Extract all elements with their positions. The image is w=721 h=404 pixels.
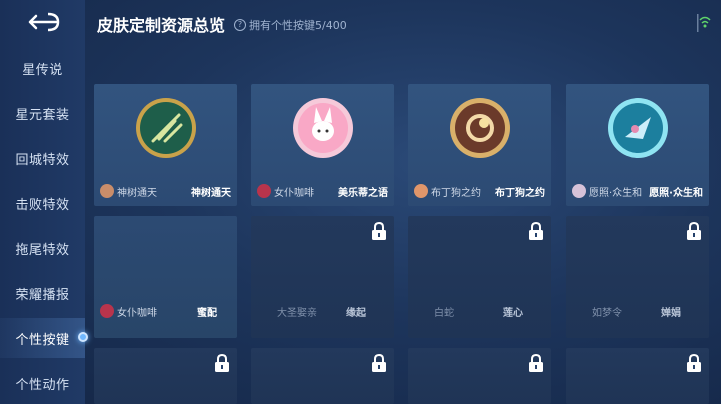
card-owner: 大圣娶亲 [277, 304, 346, 319]
back-arrow-icon[interactable] [22, 10, 62, 34]
card-owner: 白蛇 [434, 304, 503, 319]
card-owner: 愿照·众生和 [572, 184, 649, 199]
wish-emblem-icon [608, 98, 668, 158]
card-footer: 布丁狗之约 布丁狗之约 [408, 176, 551, 206]
skin-name: 婵娟 [661, 307, 681, 319]
question-icon[interactable]: ? [234, 19, 246, 31]
skin-name: 缘起 [346, 307, 366, 319]
card-footer: 如梦令 婵娟 [566, 296, 709, 326]
sidebar-item-custom-buttons[interactable]: 个性按键 [0, 318, 88, 358]
button-skin-card[interactable]: 愿照·众生和 愿照·众生和 [566, 84, 709, 206]
skin-name: 愿照·众生和 [649, 187, 703, 199]
skin-name: 布丁狗之约 [495, 187, 545, 199]
page-title: 皮肤定制资源总览 [97, 16, 226, 35]
sidebar-item-label: 回城特效 [15, 152, 70, 168]
locked-skin-card[interactable]: 白蛇 莲心 [408, 216, 551, 338]
avatar [100, 184, 114, 198]
sidebar-item-kill-effect[interactable]: 击败特效 [0, 183, 85, 223]
lock-icon [687, 354, 701, 372]
locked-skin-card[interactable] [94, 348, 237, 404]
sidebar-item-custom-actions[interactable]: 个性动作 [0, 363, 85, 403]
owner-name: 愿照·众生和 [589, 187, 643, 199]
card-owner: 女仆咖啡 [257, 184, 338, 199]
lock-icon [529, 222, 543, 240]
tree-emblem-icon [136, 98, 196, 158]
card-owner: 如梦令 [592, 304, 661, 319]
avatar [414, 184, 428, 198]
sidebar-item-star-suit[interactable]: 星元套装 [0, 93, 85, 133]
pudding-emblem-icon [450, 98, 510, 158]
owner-name: 神树通天 [117, 187, 157, 199]
owner-name: 白蛇 [434, 307, 454, 319]
locked-skin-card[interactable]: 如梦令 婵娟 [566, 216, 709, 338]
card-footer: 神树通天 神树通天 [94, 176, 237, 206]
sidebar-item-label: 星传说 [22, 62, 63, 78]
lock-icon [687, 222, 701, 240]
skin-name: 神树通天 [191, 187, 231, 199]
locked-skin-card[interactable]: 大圣娶亲 缘起 [251, 216, 394, 338]
skin-name: 蜜配 [197, 307, 217, 319]
skin-name: 莲心 [503, 307, 523, 319]
sidebar-item-broadcast[interactable]: 荣耀播报 [0, 273, 85, 313]
lock-icon [372, 354, 386, 372]
sidebar: 星传说 星元套装 回城特效 击败特效 拖尾特效 荣耀播报 个性按键 个性动作 [0, 0, 88, 404]
card-owner: 神树通天 [100, 184, 191, 199]
sidebar-item-star-legend[interactable]: 星传说 [0, 48, 85, 88]
active-indicator [78, 332, 88, 342]
avatar [257, 184, 271, 198]
avatar [572, 184, 586, 198]
owner-name: 大圣娶亲 [277, 307, 317, 319]
owner-name: 女仆咖啡 [117, 307, 157, 319]
owned-count: ? 拥有个性按键5/400 [234, 17, 347, 33]
card-footer: 女仆咖啡 蜜配 [94, 296, 237, 326]
sidebar-item-trail-effect[interactable]: 拖尾特效 [0, 228, 85, 268]
card-footer: 女仆咖啡 美乐蒂之语 [251, 176, 394, 206]
wifi-icon [697, 14, 711, 32]
skin-name: 美乐蒂之语 [338, 187, 388, 199]
owner-name: 布丁狗之约 [431, 187, 481, 199]
lock-icon [372, 222, 386, 240]
button-skin-card[interactable]: 女仆咖啡 蜜配 [94, 216, 237, 338]
sidebar-item-label: 星元套装 [15, 107, 70, 123]
locked-skin-card[interactable] [408, 348, 551, 404]
lock-icon [215, 354, 229, 372]
button-skin-card[interactable]: 布丁狗之约 布丁狗之约 [408, 84, 551, 206]
locked-skin-card[interactable] [566, 348, 709, 404]
owner-name: 女仆咖啡 [274, 187, 314, 199]
button-skin-card[interactable]: 神树通天 神树通天 [94, 84, 237, 206]
card-owner: 女仆咖啡 [100, 304, 197, 319]
melody-emblem-icon [293, 98, 353, 158]
card-footer: 大圣娶亲 缘起 [251, 296, 394, 326]
sidebar-item-label: 个性按键 [15, 332, 70, 348]
owner-name: 如梦令 [592, 307, 622, 319]
card-footer: 白蛇 莲心 [408, 296, 551, 326]
owned-count-text: 拥有个性按键5/400 [249, 19, 347, 32]
sidebar-item-label: 荣耀播报 [15, 287, 70, 303]
sidebar-item-recall-effect[interactable]: 回城特效 [0, 138, 85, 178]
locked-skin-card[interactable] [251, 348, 394, 404]
sidebar-item-label: 个性动作 [15, 377, 70, 393]
lock-icon [529, 354, 543, 372]
sidebar-item-label: 击败特效 [15, 197, 70, 213]
card-footer: 愿照·众生和 愿照·众生和 [566, 176, 709, 206]
card-owner: 布丁狗之约 [414, 184, 495, 199]
sidebar-item-label: 拖尾特效 [15, 242, 70, 258]
button-skin-card[interactable]: 女仆咖啡 美乐蒂之语 [251, 84, 394, 206]
avatar [100, 304, 114, 318]
